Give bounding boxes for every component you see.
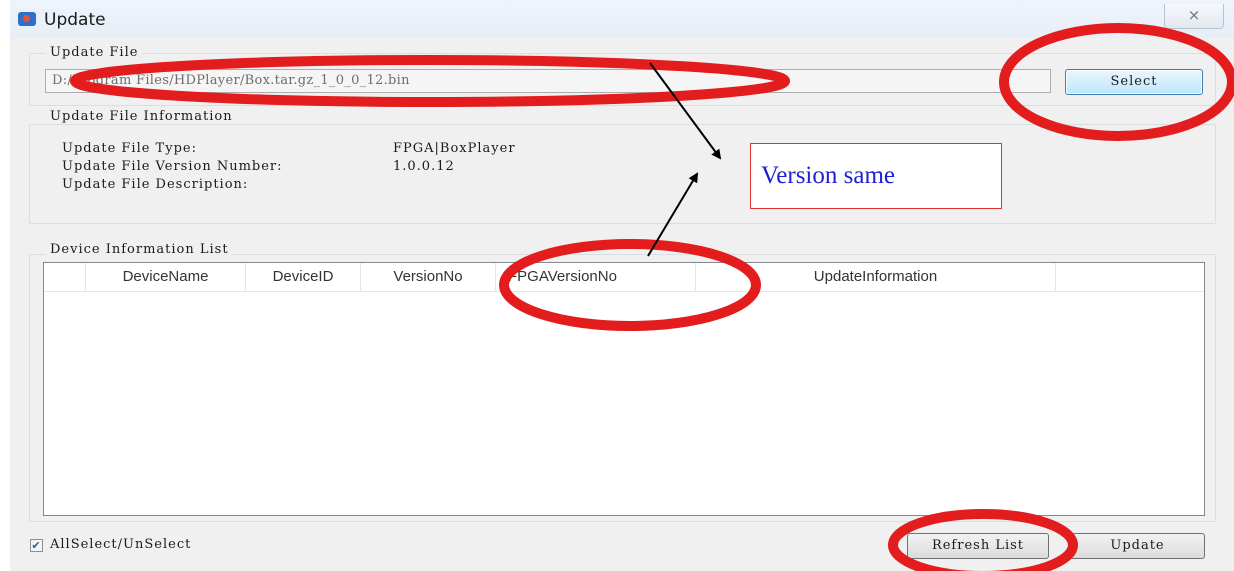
file-type-value: FPGA|BoxPlayer [393,141,516,156]
column-header-fpga-version-no[interactable]: FPGAVersionNo [496,263,696,291]
file-version-value: 1.0.0.12 [393,159,455,174]
file-info-group [29,124,1216,224]
file-description-label: Update File Description: [62,177,249,192]
window-title: Update [44,10,106,30]
select-button[interactable]: Select [1065,69,1203,95]
app-icon [18,12,36,26]
file-path-field[interactable]: D:/Program Files/HDPlayer/Box.tar.gz_1_0… [45,69,1051,93]
column-header-update-information[interactable]: UpdateInformation [696,263,1056,291]
column-header-device-name[interactable]: DeviceName [86,263,246,291]
title-bar[interactable]: Update ⨯ [10,0,1234,38]
device-list-legend: Device Information List [46,242,233,257]
allselect-label: AllSelect/UnSelect [50,537,192,552]
update-button[interactable]: Update [1070,533,1205,559]
close-button[interactable]: ⨯ [1164,4,1224,29]
file-info-legend: Update File Information [46,109,237,124]
update-file-legend: Update File [46,45,143,60]
file-type-label: Update File Type: [62,141,197,156]
file-version-label: Update File Version Number: [62,159,283,174]
column-header-device-id[interactable]: DeviceID [246,263,361,291]
column-header-version-no[interactable]: VersionNo [361,263,496,291]
device-list-table[interactable]: DeviceName DeviceID VersionNo FPGAVersio… [43,262,1205,516]
checkbox-checked-icon[interactable]: ✔ [30,539,43,552]
column-header-select[interactable] [44,263,86,291]
device-list-header: DeviceName DeviceID VersionNo FPGAVersio… [44,263,1204,292]
refresh-list-button[interactable]: Refresh List [907,533,1049,559]
